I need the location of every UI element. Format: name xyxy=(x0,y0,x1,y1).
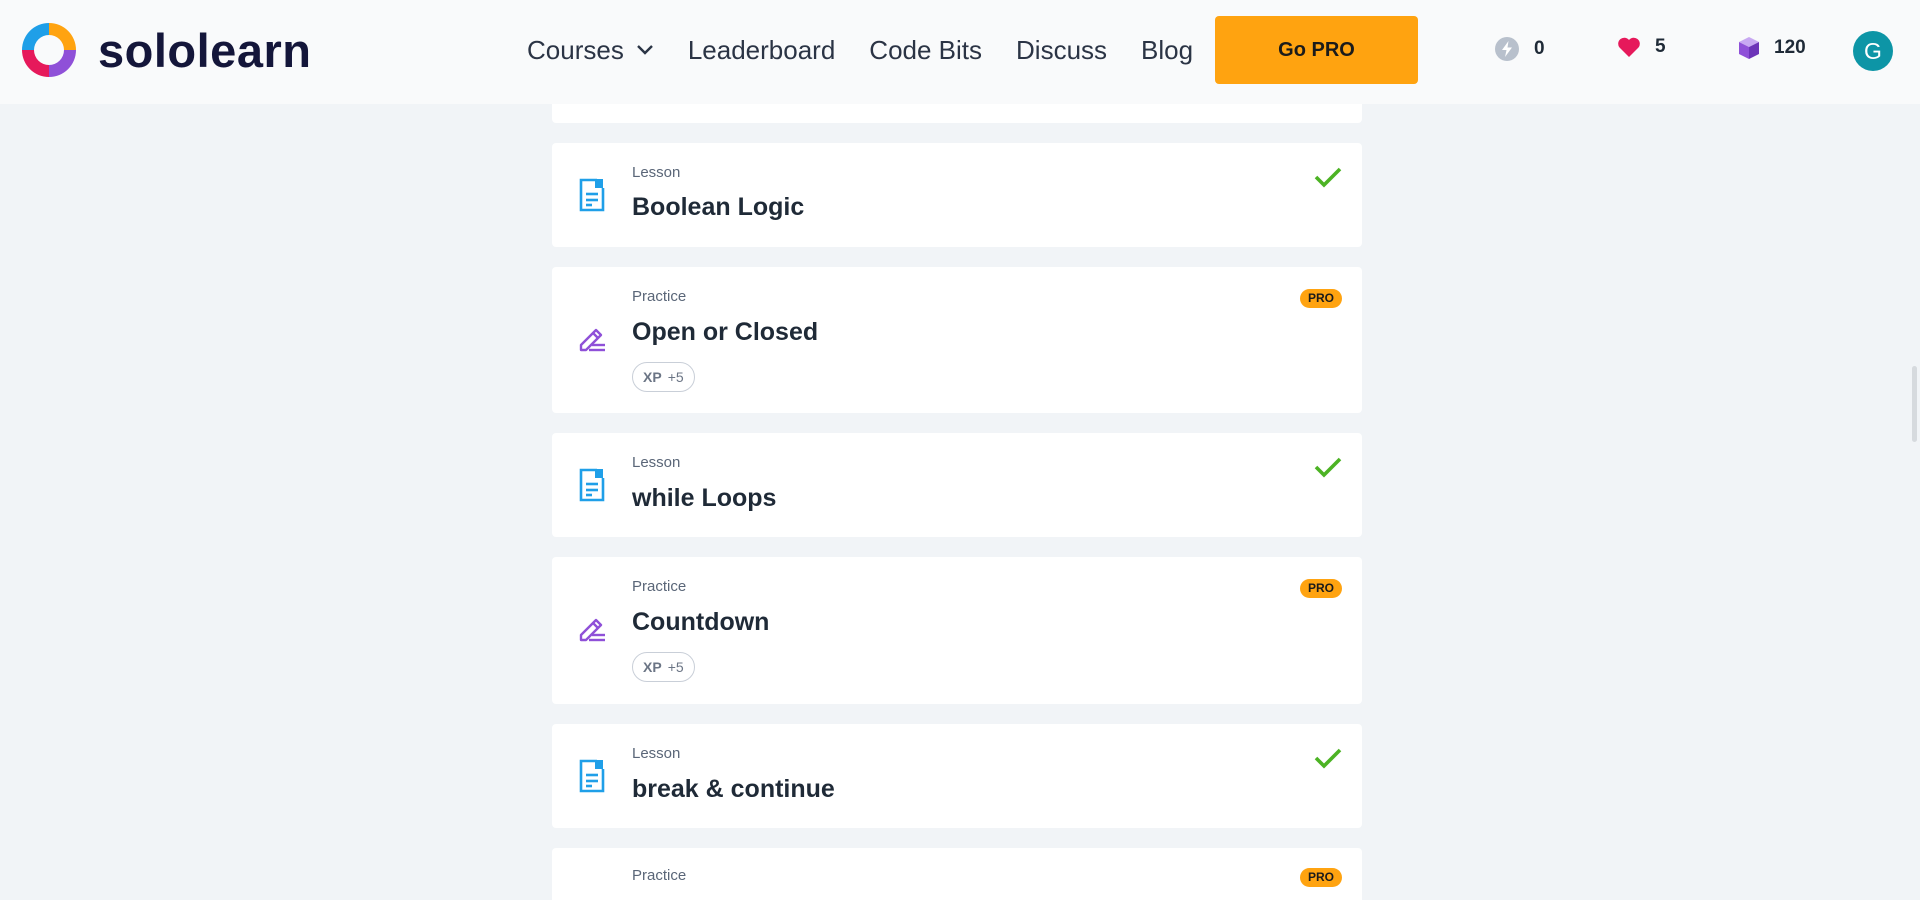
practice-pencil-icon xyxy=(579,328,605,352)
main-nav: Courses Leaderboard Code Bits Discuss Bl… xyxy=(527,0,1227,100)
pro-badge: PRO xyxy=(1299,579,1342,598)
item-title: Boolean Logic xyxy=(632,193,805,221)
item-title: while Loops xyxy=(632,484,777,512)
lesson-document-icon xyxy=(579,759,605,793)
item-title: Countdown xyxy=(632,608,770,636)
list-item[interactable]: Practice Countdown PRO XP +5 xyxy=(552,557,1362,704)
avatar[interactable]: G xyxy=(1853,31,1893,71)
xp-label: XP xyxy=(643,369,662,385)
pro-badge: PRO xyxy=(1299,289,1342,308)
pro-badge: PRO xyxy=(1299,868,1342,887)
item-type-label: Lesson xyxy=(632,164,681,181)
gems-count: 120 xyxy=(1774,37,1806,58)
check-icon xyxy=(1314,748,1342,769)
nav-courses[interactable]: Courses xyxy=(527,35,654,66)
xp-value: +5 xyxy=(667,369,684,385)
nav-leaderboard[interactable]: Leaderboard xyxy=(688,35,835,66)
xp-value: +5 xyxy=(667,659,684,675)
item-type-label: Lesson xyxy=(632,454,681,471)
practice-pencil-icon xyxy=(579,618,605,642)
xp-reward-pill: XP +5 xyxy=(632,362,695,392)
xp-reward-pill: XP +5 xyxy=(632,652,695,682)
list-item[interactable]: Lesson break & continue xyxy=(552,724,1362,828)
lesson-document-icon xyxy=(579,178,605,212)
xp-label: XP xyxy=(643,659,662,675)
check-icon xyxy=(1314,167,1342,188)
nav-blog[interactable]: Blog xyxy=(1141,35,1193,66)
gems-counter[interactable]: 120 xyxy=(1738,36,1806,60)
chevron-down-icon xyxy=(636,44,654,56)
streak-count: 0 xyxy=(1534,38,1545,59)
hearts-count: 5 xyxy=(1655,36,1666,57)
sololearn-logo-icon xyxy=(22,23,76,77)
streak-counter[interactable]: 0 xyxy=(1494,36,1545,62)
nav-courses-label: Courses xyxy=(527,34,624,65)
item-type-label: Practice xyxy=(632,288,687,305)
sololearn-logo[interactable]: sololearn xyxy=(18,19,311,81)
nav-discuss[interactable]: Discuss xyxy=(1016,35,1107,66)
item-title: break & continue xyxy=(632,775,835,803)
check-icon xyxy=(1314,457,1342,478)
item-title: Open or Closed xyxy=(632,318,819,346)
scrollbar-thumb[interactable] xyxy=(1912,366,1917,442)
hearts-counter[interactable]: 5 xyxy=(1617,36,1666,58)
lesson-document-icon xyxy=(579,468,605,502)
lightning-icon xyxy=(1494,36,1520,62)
item-type-label: Practice xyxy=(632,867,687,884)
heart-icon xyxy=(1617,36,1641,58)
brand-name: sololearn xyxy=(98,23,312,77)
nav-code-bits[interactable]: Code Bits xyxy=(869,35,982,66)
gem-cube-icon xyxy=(1738,36,1760,60)
item-type-label: Practice xyxy=(632,578,687,595)
go-pro-button[interactable]: Go PRO xyxy=(1215,16,1418,84)
page-scrollbar[interactable] xyxy=(1908,104,1920,900)
list-item[interactable]: Practice Open or Closed PRO XP +5 xyxy=(552,267,1362,413)
list-item[interactable]: Lesson Boolean Logic xyxy=(552,143,1362,247)
top-navbar: sololearn Courses Leaderboard Code Bits … xyxy=(0,0,1920,104)
list-item[interactable]: Practice PRO xyxy=(552,848,1362,900)
list-item[interactable]: Lesson while Loops xyxy=(552,433,1362,537)
item-type-label: Lesson xyxy=(632,745,681,762)
